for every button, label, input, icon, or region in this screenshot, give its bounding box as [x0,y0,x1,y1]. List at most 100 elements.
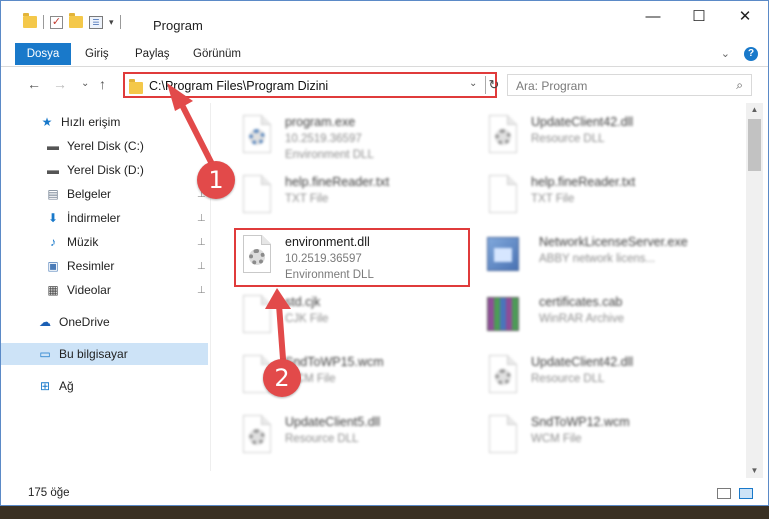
new-folder-icon[interactable] [69,13,83,28]
help-icon[interactable]: ? [744,47,758,61]
exe-file-icon [237,115,277,161]
address-bar[interactable]: C:\Program Files\Program Dizini ⌄ ↻ [123,72,499,98]
dll-file-icon [483,115,523,161]
sidebar-item-label: Bu bilgisayar [59,347,128,361]
file-tile[interactable]: help.fineReader.txt TXT File [237,169,477,227]
sidebar-item-label: Belgeler [67,187,112,201]
file-tile[interactable]: program.exe 10.2519.36597 Environment DL… [237,109,477,167]
toolbar-separator [119,15,121,29]
sidebar-item-onedrive[interactable]: ☁ OneDrive [1,311,208,333]
sidebar-item-resimler[interactable]: ▣ Resimler ⊥ [1,255,208,277]
file-detail: Environment DLL [285,149,374,161]
file-tile[interactable]: UpdateClient5.dll Resource DLL [237,409,477,467]
pin-icon[interactable]: ⊥ [197,261,206,272]
file-detail: TXT File [285,193,329,205]
sidebar-item-yerel-disk-d[interactable]: ▬ Yerel Disk (D:) [1,159,208,181]
file-detail: TXT File [531,193,575,205]
music-icon: ♪ [50,235,56,249]
file-tile[interactable]: UpdateClient42.dll Resource DLL [483,349,723,407]
dll-file-icon [237,415,277,461]
sidebar-item-bu-bilgisayar[interactable]: ▭ Bu bilgisayar [1,343,208,365]
txt-file-icon [237,175,277,221]
tab-giris[interactable]: Giriş [75,43,119,65]
file-tile[interactable]: std.cjk CJK File [237,289,477,347]
file-name: certificates.cab [539,295,623,309]
sidebar-item-label: OneDrive [59,315,110,329]
sidebar-item-ag[interactable]: ⊞ Ağ [1,375,208,397]
item-count: 175 öğe [28,487,70,499]
window-title: Program [153,18,203,33]
pin-icon[interactable]: ⊥ [197,237,206,248]
file-tile[interactable]: NetworkLicenseServer.exe ABBY network li… [483,229,723,287]
file-tile[interactable]: SndToWP12.wcm WCM File [483,409,723,467]
properties-check-icon[interactable]: ✓ [50,15,63,29]
pin-icon[interactable]: ⊥ [197,285,206,296]
folder-icon [129,79,143,94]
file-detail: CJK File [285,313,329,325]
sidebar-item-label: Müzik [67,235,99,249]
file-name: UpdateClient42.dll [531,115,634,129]
file-tile[interactable]: UpdateClient42.dll Resource DLL [483,109,723,167]
video-icon: ▦ [47,283,59,297]
tab-gorunum[interactable]: Görünüm [183,43,251,65]
folder-icon [23,13,37,28]
sidebar-item-yerel-disk-c[interactable]: ▬ Yerel Disk (C:) [1,135,208,157]
sidebar-item-hizli-erisim[interactable]: ★ Hızlı erişim [1,111,208,133]
large-icons-view-icon[interactable] [739,488,753,499]
file-name: std.cjk [285,295,321,309]
up-button[interactable]: ↑ [99,76,106,92]
details-view-icon[interactable] [717,488,731,499]
file-tile[interactable]: certificates.cab WinRAR Archive [483,289,723,347]
sidebar-item-indirmeler[interactable]: ⬇ İndirmeler ⊥ [1,207,208,229]
window-controls: — ☐ ✕ [630,1,768,31]
sidebar-item-label: Hızlı erişim [61,115,121,129]
search-placeholder: Ara: Program [516,79,588,93]
sidebar-item-muzik[interactable]: ♪ Müzik ⊥ [1,231,208,253]
tab-paylas[interactable]: Paylaş [125,43,180,65]
address-separator [485,76,486,94]
archive-file-icon [483,295,523,341]
network-icon: ⊞ [39,379,51,393]
file-name: program.exe [285,115,356,129]
search-icon[interactable]: ⌕ [736,78,743,93]
drive-icon: ▬ [47,163,59,177]
file-name: UpdateClient5.dll [285,415,381,429]
file-tile[interactable]: help.fineReader.txt TXT File [483,169,723,227]
sidebar-item-label: Videolar [67,283,111,297]
vertical-scrollbar[interactable]: ▲ ▼ [746,103,763,478]
file-detail: Resource DLL [285,433,359,445]
refresh-icon[interactable]: ↻ [487,76,501,94]
toolbar-separator [43,15,44,29]
address-path[interactable]: C:\Program Files\Program Dizini [149,79,328,93]
star-icon: ★ [41,115,53,129]
scroll-down-icon[interactable]: ▼ [746,464,763,478]
file-icon [237,295,277,341]
file-name: help.fineReader.txt [531,175,636,189]
search-input[interactable]: Ara: Program ⌕ [507,74,752,96]
minimize-button[interactable]: — [630,1,676,31]
forward-button[interactable]: → [53,76,67,92]
toolbar-dropdown-icon[interactable]: ▾ [109,17,114,28]
file-name: SndToWP12.wcm [531,415,630,429]
customize-toolbar-icon[interactable]: ☰ [89,15,103,29]
pin-icon[interactable]: ⊥ [197,213,206,224]
recent-locations-button[interactable]: ⌄ [81,78,89,89]
scroll-thumb[interactable] [748,119,761,171]
pictures-icon: ▣ [47,259,59,273]
explorer-window: ✓ ☰ ▾ Program — ☐ ✕ Dosya Giriş Paylaş G… [0,0,769,506]
drive-icon: ▬ [47,139,59,153]
maximize-button[interactable]: ☐ [676,1,722,31]
back-button[interactable]: ← [27,76,41,92]
close-button[interactable]: ✕ [722,1,768,31]
tab-dosya[interactable]: Dosya [15,43,71,65]
navigation-pane: ★ Hızlı erişim ▬ Yerel Disk (C:) ▬ Yerel… [1,103,211,471]
file-icon [483,415,523,461]
address-dropdown-icon[interactable]: ⌄ [469,78,477,89]
file-detail: WCM File [531,433,582,445]
file-detail: ABBY network licens... [539,253,656,265]
sidebar-item-belgeler[interactable]: ▤ Belgeler ⊥ [1,183,208,205]
scroll-up-icon[interactable]: ▲ [746,103,763,117]
expand-ribbon-icon[interactable]: ⌄ [721,47,730,61]
sidebar-item-videolar[interactable]: ▦ Videolar ⊥ [1,279,208,301]
sidebar-item-label: Yerel Disk (C:) [67,139,144,153]
